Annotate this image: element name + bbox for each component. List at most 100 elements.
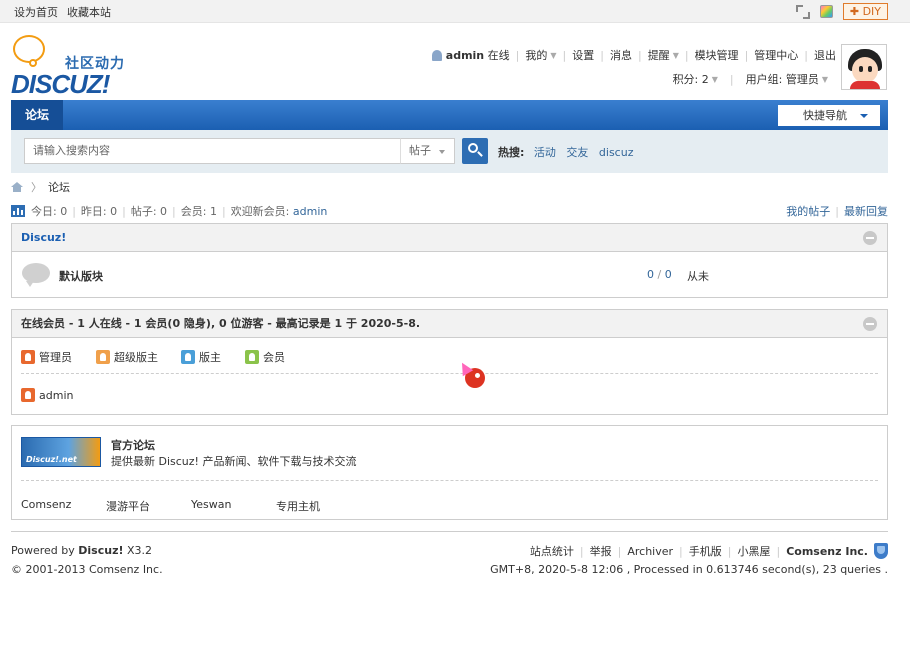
online-title[interactable]: 在线会员 - 1 人在线 - 1 会员(0 隐身), 0 位游客 - 最高记录是… [21, 317, 420, 330]
powered-name[interactable]: Discuz! [78, 544, 123, 557]
site-logo[interactable]: 社区动力 DISCUZ! [11, 33, 141, 99]
search-type-label: 帖子 [409, 144, 431, 157]
top-bar-left: 设为首页 收藏本站 [14, 4, 120, 20]
messages-link[interactable]: 消息 [610, 47, 632, 63]
my-menu[interactable]: 我的 [525, 47, 547, 63]
text-links: Comsenz 漫游平台 Yeswan 专用主机 [12, 481, 887, 529]
stat-members: 会员: 1 [180, 205, 217, 218]
online-header: 在线会员 - 1 人在线 - 1 会员(0 隐身), 0 位游客 - 最高记录是… [12, 310, 887, 338]
breadcrumb-current[interactable]: 论坛 [48, 179, 70, 195]
quick-nav-button[interactable]: 快捷导航 [778, 105, 880, 126]
admin-center-link[interactable]: 管理中心 [754, 47, 798, 63]
collapse-icon[interactable] [863, 317, 877, 331]
chevron-down-icon: ▼ [672, 50, 679, 60]
latest-replies-link[interactable]: 最新回复 [844, 205, 888, 218]
online-members: 在线会员 - 1 人在线 - 1 会员(0 隐身), 0 位游客 - 最高记录是… [11, 309, 888, 415]
new-member-link[interactable]: admin [293, 205, 327, 218]
powered-by: Powered by Discuz! X3.2 [11, 544, 152, 557]
chevron-right-icon: 〉 [31, 181, 42, 194]
forum-thread-count: 0 [647, 268, 654, 281]
link-item[interactable]: Yeswan [191, 498, 231, 511]
search-type-select[interactable]: 帖子 [400, 138, 455, 164]
link-item[interactable]: 漫游平台 [106, 498, 150, 514]
official-forum-logo[interactable]: Discuz!.net [21, 437, 101, 467]
powered-prefix: Powered by [11, 544, 75, 557]
theme-color-icon[interactable] [819, 5, 833, 18]
usergroup-legend: 管理员 超级版主 版主 会员 [21, 338, 878, 374]
official-logo-text: Discuz!.net [26, 455, 77, 464]
online-status[interactable]: 在线 [488, 47, 510, 63]
footer-link[interactable]: 小黑屋 [737, 543, 770, 559]
footer-links: 站点统计 | 举报 | Archiver | 手机版 | 小黑屋 | Comsenz In… [530, 543, 888, 559]
welcome-label: 欢迎新会员: [230, 205, 290, 218]
version: X3.2 [127, 544, 153, 557]
reminders-menu[interactable]: 提醒 [648, 47, 670, 63]
block-manage-link[interactable]: 模块管理 [695, 47, 739, 63]
link-item[interactable]: 专用主机 [276, 498, 320, 514]
logo-bubble-small-icon [29, 59, 37, 67]
hot-term[interactable]: 交友 [566, 146, 588, 159]
user-nav: admin 在线 | 我的 ▼ | 设置 | 消息 | 提醒 ▼ | 模块管理 | … [431, 47, 836, 63]
diy-label: DIY [862, 5, 881, 18]
fullscreen-icon[interactable] [795, 4, 810, 19]
forum-stats: 今日: 0 | 昨日: 0 | 帖子: 0 | 会员: 1 | 欢迎新会员: admin [11, 203, 327, 219]
quick-nav-label: 快捷导航 [803, 109, 847, 122]
search-input[interactable]: 请输入搜索内容 [24, 138, 401, 164]
official-title[interactable]: 官方论坛 [111, 437, 155, 453]
stat-links: 我的帖子 | 最新回复 [786, 205, 888, 218]
legend-label: 超级版主 [114, 351, 158, 364]
security-shield-icon[interactable] [874, 543, 888, 559]
settings-link[interactable]: 设置 [572, 47, 594, 63]
chevron-down-icon: ▼ [711, 74, 718, 84]
forum-row: 默认版块 0 / 0 从未 [12, 252, 887, 296]
collapse-icon[interactable] [863, 231, 877, 245]
credits-menu[interactable]: 积分: 2 [673, 71, 709, 87]
user-icon [431, 49, 442, 61]
forum-category: Discuz! 默认版块 0 / 0 从未 [11, 223, 888, 298]
search-button[interactable] [462, 138, 488, 164]
search-bar: 请输入搜索内容 帖子 热搜: 活动 交友 discuz [11, 130, 888, 173]
bookmark-link[interactable]: 收藏本站 [67, 6, 111, 19]
legend-member: 会员 [245, 349, 285, 365]
forum-name[interactable]: 默认版块 [59, 268, 103, 284]
forum-chat-icon [22, 263, 50, 287]
username-link[interactable]: admin [446, 49, 484, 62]
home-icon[interactable] [11, 182, 23, 192]
caret-down-icon [439, 150, 445, 154]
legend-label: 会员 [263, 351, 285, 364]
mascot-eye [475, 373, 480, 378]
set-home-link[interactable]: 设为首页 [14, 6, 58, 19]
chart-icon [11, 205, 25, 217]
footer-link[interactable]: 站点统计 [530, 543, 574, 559]
footer-link[interactable]: 举报 [590, 543, 612, 559]
hot-term[interactable]: 活动 [534, 146, 556, 159]
hot-term[interactable]: discuz [599, 146, 634, 159]
tab-forum[interactable]: 论坛 [11, 100, 63, 130]
stat-yesterday: 昨日: 0 [80, 205, 118, 218]
my-posts-link[interactable]: 我的帖子 [786, 205, 830, 218]
logo-bubble-icon [13, 35, 45, 63]
mascot-bird-icon [456, 359, 487, 390]
category-header: Discuz! [12, 224, 887, 252]
online-user-link[interactable]: admin [39, 389, 73, 402]
copyright: © 2001-2013 Comsenz Inc. [11, 563, 163, 576]
top-bar-right: ✚ DIY [795, 3, 888, 20]
usergroup-menu[interactable]: 用户组: 管理员 [746, 71, 819, 87]
legend-moderator: 版主 [181, 349, 221, 365]
moderator-user-icon [181, 350, 195, 364]
avatar[interactable] [841, 44, 887, 90]
category-title[interactable]: Discuz! [21, 231, 66, 244]
hot-search: 热搜: 活动 交友 discuz [498, 144, 640, 160]
avatar-face [852, 57, 878, 83]
legend-super-moderator: 超级版主 [96, 349, 158, 365]
logout-link[interactable]: 退出 [814, 47, 836, 63]
diy-button[interactable]: ✚ DIY [842, 3, 888, 20]
stat-today: 今日: 0 [31, 205, 68, 218]
top-bar: 设为首页 收藏本站 ✚ DIY [0, 0, 910, 23]
footer-link[interactable]: 手机版 [689, 543, 722, 559]
link-item[interactable]: Comsenz [21, 498, 71, 511]
footer-link[interactable]: Archiver [627, 545, 673, 558]
company-link[interactable]: Comsenz Inc. [786, 545, 868, 558]
chevron-down-icon: ▼ [821, 74, 828, 84]
user-info: 积分: 2 ▼ | 用户组: 管理员 ▼ [672, 71, 828, 87]
